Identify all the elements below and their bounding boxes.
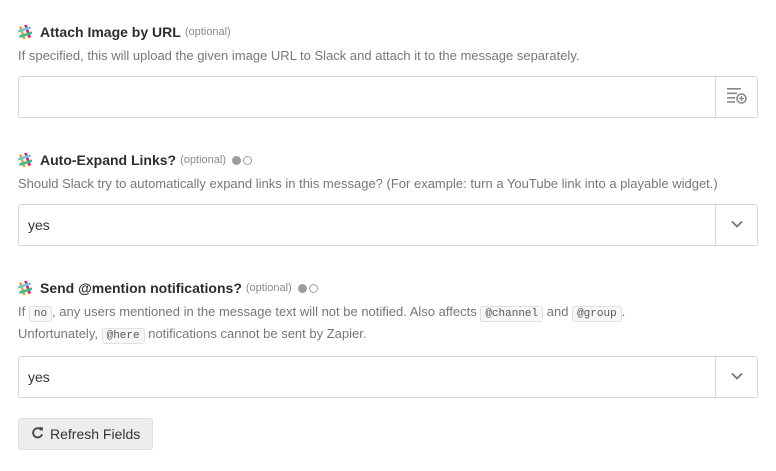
field-label: Auto-Expand Links? [40,152,177,168]
help-text-part: If [18,304,29,319]
code-snippet: @here [101,328,145,344]
chevron-down-icon [730,368,744,386]
insert-field-icon [726,86,748,109]
optional-tag: (optional) [180,154,226,166]
code-snippet: no [28,306,53,322]
image-url-box [18,76,758,118]
auto-expand-select[interactable]: yes [18,204,758,246]
toggle-off-dot [308,283,318,293]
slack-icon [17,152,33,168]
slack-icon [17,280,33,296]
help-text-part: notifications cannot be sent by Zapier. [144,326,367,341]
refresh-fields-button[interactable]: Refresh Fields [18,418,154,450]
optional-tag: (optional) [184,26,231,38]
help-text-part: and [543,304,573,319]
code-snippet: @channel [480,306,544,322]
select-value: yes [28,217,50,233]
attach-image-field: Attach Image by URL (optional) If specif… [17,22,758,118]
field-label-row: Attach Image by URL (optional) [17,22,758,42]
chevron-down-icon [730,216,744,234]
dropdown-toggle[interactable] [715,357,757,397]
boolean-toggle[interactable] [231,155,252,165]
refresh-fields-label: Refresh Fields [50,426,141,442]
auto-expand-links-field: Auto-Expand Links? (optional) Should Sla… [17,150,758,246]
toggle-off-dot [242,155,252,165]
slack-icon [17,24,33,40]
refresh-icon [31,426,50,442]
help-text-part: . [621,304,626,319]
help-text-part: Unfortunately, [18,326,102,341]
field-label: Attach Image by URL [40,24,181,40]
boolean-toggle[interactable] [297,283,318,293]
help-text-part: , any users mentioned in the message tex… [52,304,481,319]
field-help-text: If no, any users mentioned in the messag… [18,302,758,346]
mention-notifications-select[interactable]: yes [18,356,758,398]
toggle-on-dot [231,155,241,165]
code-snippet: @group [572,306,622,322]
insert-data-button[interactable] [715,77,757,117]
select-value: yes [28,369,50,385]
dropdown-toggle[interactable] [715,205,757,245]
optional-tag: (optional) [245,282,292,294]
field-label-row: Auto-Expand Links? (optional) [17,150,758,170]
field-label: Send @mention notifications? [40,280,242,296]
toggle-on-dot [297,283,307,293]
field-label-row: Send @mention notifications? (optional) [17,278,758,298]
mention-notifications-field: Send @mention notifications? (optional) … [17,278,758,398]
image-url-input[interactable] [19,78,715,116]
field-help-text: If specified, this will upload the given… [18,48,580,63]
field-help-text: Should Slack try to automatically expand… [18,176,718,191]
